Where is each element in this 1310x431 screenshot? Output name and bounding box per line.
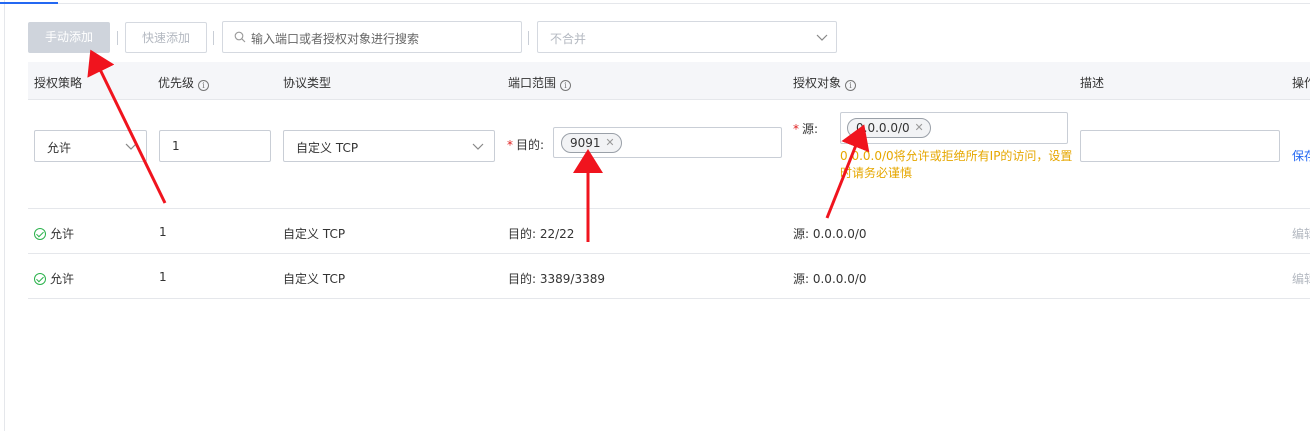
header-port-range: 端口范围 i [508,74,572,91]
dest-label: * 目的: [507,138,545,152]
policy-cell: 允许 [34,270,74,287]
protocol-select-value: 自定义 TCP [296,141,359,155]
toolbar-separator [528,31,529,45]
source-label: * 源: [793,122,819,136]
toolbar-separator [213,31,214,45]
merge-select-value: 不合并 [550,32,587,46]
policy-cell: 允许 [34,225,74,242]
protocol-cell: 自定义 TCP [283,272,346,286]
header-auth-object: 授权对象 i [793,74,857,91]
header-priority: 优先级 i [158,74,210,91]
protocol-select[interactable]: 自定义 TCP [283,130,495,162]
toolbar-separator [117,31,118,45]
edit-link[interactable]: 编辑 [1292,270,1310,287]
header-protocol: 协议类型 [283,76,332,90]
priority-cell: 1 [159,270,167,284]
source-cell: 源: 0.0.0.0/0 [793,227,867,241]
page-left-border [4,0,5,431]
active-tab-indicator [0,2,58,4]
merge-select[interactable]: 不合并 [537,21,837,53]
info-icon[interactable]: i [560,80,572,91]
row-divider [28,208,1310,209]
check-circle-icon [34,228,46,240]
port-range-input[interactable]: 9091 ✕ [553,127,782,158]
header-actions: 操作 [1292,76,1310,90]
protocol-cell: 自定义 TCP [283,227,346,241]
info-icon[interactable]: i [845,80,857,91]
edit-link[interactable]: 编辑 [1292,225,1310,242]
auth-object-input[interactable]: 0.0.0.0/0 ✕ [840,112,1068,144]
priority-input[interactable]: 1 [159,130,271,162]
search-placeholder: 输入端口或者授权对象进行搜索 [251,32,420,46]
search-icon [234,31,246,43]
port-cell: 目的: 3389/3389 [508,272,605,286]
source-cell: 源: 0.0.0.0/0 [793,272,867,286]
port-cell: 目的: 22/22 [508,227,575,241]
policy-select-value: 允许 [47,141,72,155]
priority-cell: 1 [159,225,167,239]
chevron-down-icon [472,143,484,150]
check-circle-icon [34,273,46,285]
quick-add-button[interactable]: 快速添加 [125,22,207,53]
info-icon[interactable]: i [198,80,210,91]
row-divider [28,253,1310,254]
policy-select[interactable]: 允许 [34,130,147,162]
tab-bar-divider [4,3,1310,4]
description-input[interactable] [1080,130,1280,162]
row-divider [28,298,1310,299]
priority-input-value: 1 [172,139,180,153]
source-warning-text: 0.0.0.0/0将允许或拒绝所有IP的访问，设置时请务必谨慎 [840,149,1073,180]
search-input[interactable]: 输入端口或者授权对象进行搜索 [222,21,522,53]
close-icon[interactable]: ✕ [914,119,923,137]
close-icon[interactable]: ✕ [605,134,614,152]
chevron-down-icon [816,34,828,41]
save-link[interactable]: 保存 [1292,147,1310,164]
source-tag[interactable]: 0.0.0.0/0 ✕ [847,118,931,138]
manual-add-button[interactable]: 手动添加 [28,22,110,53]
header-description: 描述 [1080,76,1105,90]
header-policy: 授权策略 [34,76,83,90]
table-header: 授权策略 优先级i 协议类型 端口范围i 授权对象i 描述 操作 [28,62,1310,100]
chevron-down-icon [125,143,137,150]
port-tag[interactable]: 9091 ✕ [561,133,622,153]
